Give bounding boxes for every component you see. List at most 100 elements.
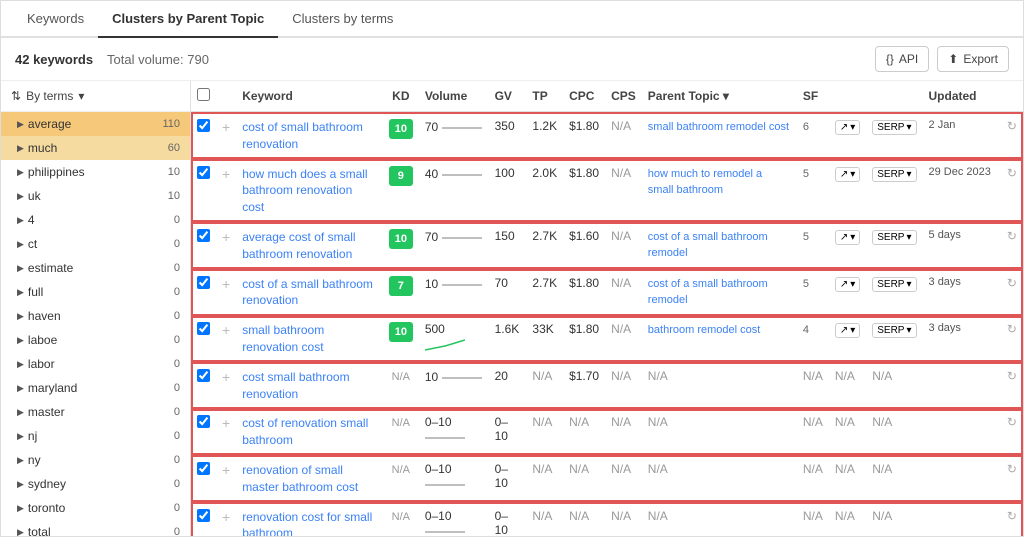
- sidebar-item[interactable]: ▶ labor 0: [1, 352, 190, 376]
- cps-value: N/A: [611, 509, 631, 523]
- sidebar-item[interactable]: ▶ ct 0: [1, 232, 190, 256]
- sidebar-item[interactable]: ▶ toronto 0: [1, 496, 190, 520]
- row-tp-cell: N/A: [526, 502, 563, 536]
- sidebar-item[interactable]: ▶ 4 0: [1, 208, 190, 232]
- sidebar-item[interactable]: ▶ much 60: [1, 136, 190, 160]
- sidebar-item[interactable]: ▶ laboe 0: [1, 328, 190, 352]
- sidebar-item[interactable]: ▶ average 110: [1, 112, 190, 136]
- refresh-icon[interactable]: ↻: [1007, 509, 1017, 523]
- cpc-value: $1.80: [569, 322, 599, 336]
- trend-caret: ▾: [850, 169, 855, 180]
- refresh-icon[interactable]: ↻: [1007, 276, 1017, 290]
- row-cps-cell: N/A: [605, 455, 642, 502]
- th-updated: Updated: [923, 81, 997, 112]
- trend-button[interactable]: ↗▾: [835, 277, 860, 292]
- api-button[interactable]: {} API: [875, 46, 929, 72]
- table-row: + renovation of small master bathroom co…: [191, 455, 1023, 502]
- row-checkbox[interactable]: [197, 276, 210, 289]
- keyword-link[interactable]: cost of small bathroom renovation: [242, 120, 363, 151]
- row-checkbox[interactable]: [197, 509, 210, 522]
- sidebar-item[interactable]: ▶ nj 0: [1, 424, 190, 448]
- row-add-cell[interactable]: +: [216, 269, 236, 316]
- row-add-cell[interactable]: +: [216, 502, 236, 536]
- sidebar-filter[interactable]: ⇅ By terms ▾: [1, 81, 190, 112]
- row-checkbox[interactable]: [197, 119, 210, 132]
- sidebar-item[interactable]: ▶ maryland 0: [1, 376, 190, 400]
- refresh-icon[interactable]: ↻: [1007, 462, 1017, 476]
- keyword-link[interactable]: average cost of small bathroom renovatio…: [242, 230, 355, 261]
- refresh-icon[interactable]: ↻: [1007, 229, 1017, 243]
- sidebar-item[interactable]: ▶ estimate 0: [1, 256, 190, 280]
- updated-value: 2 Jan: [929, 119, 956, 131]
- sidebar-item[interactable]: ▶ sydney 0: [1, 472, 190, 496]
- keyword-link[interactable]: renovation cost for small bathroom: [242, 510, 372, 536]
- trend-button[interactable]: ↗▾: [835, 323, 860, 338]
- sidebar-item[interactable]: ▶ full 0: [1, 280, 190, 304]
- row-add-cell[interactable]: +: [216, 455, 236, 502]
- refresh-icon[interactable]: ↻: [1007, 119, 1017, 133]
- keyword-link[interactable]: how much does a small bathroom renovatio…: [242, 167, 367, 215]
- refresh-icon[interactable]: ↻: [1007, 166, 1017, 180]
- serp-button[interactable]: SERP▾: [872, 323, 916, 338]
- row-sf-cell: N/A: [797, 455, 829, 502]
- keyword-link[interactable]: renovation of small master bathroom cost: [242, 463, 358, 494]
- tab-clusters-terms[interactable]: Clusters by terms: [278, 1, 407, 38]
- row-add-cell[interactable]: +: [216, 316, 236, 363]
- trend-button[interactable]: ↗▾: [835, 230, 860, 245]
- row-parent-topic-cell: N/A: [642, 409, 797, 456]
- row-checkbox[interactable]: [197, 166, 210, 179]
- trend-button[interactable]: ↗▾: [835, 167, 860, 182]
- parent-topic-link[interactable]: small bathroom remodel cost: [648, 121, 789, 133]
- trend-button[interactable]: ↗▾: [835, 120, 860, 135]
- keyword-link[interactable]: cost of a small bathroom renovation: [242, 277, 373, 308]
- row-checkbox-cell: [191, 222, 216, 269]
- serp-button[interactable]: SERP▾: [872, 167, 916, 182]
- export-button[interactable]: ⬆ Export: [937, 46, 1009, 72]
- cps-value: N/A: [611, 322, 631, 336]
- keyword-link[interactable]: cost small bathroom renovation: [242, 370, 349, 401]
- refresh-icon[interactable]: ↻: [1007, 322, 1017, 336]
- trend-caret: ▾: [850, 325, 855, 336]
- parent-topic-link[interactable]: cost of a small bathroom remodel: [648, 231, 768, 259]
- row-add-cell[interactable]: +: [216, 222, 236, 269]
- row-refresh-cell: ↻: [997, 159, 1023, 222]
- serp-button[interactable]: SERP▾: [872, 277, 916, 292]
- sf-na: N/A: [803, 369, 823, 383]
- row-checkbox[interactable]: [197, 415, 210, 428]
- select-all-checkbox[interactable]: [197, 88, 210, 101]
- sidebar-triangle-icon: ▶: [17, 503, 24, 514]
- keyword-link[interactable]: cost of renovation small bathroom: [242, 416, 368, 447]
- tab-clusters-parent[interactable]: Clusters by Parent Topic: [98, 1, 278, 38]
- row-volume-cell: 500: [419, 316, 489, 363]
- row-trend-cell: ↗▾: [829, 269, 866, 316]
- sidebar-item[interactable]: ▶ haven 0: [1, 304, 190, 328]
- refresh-icon[interactable]: ↻: [1007, 369, 1017, 383]
- serp-button[interactable]: SERP▾: [872, 120, 916, 135]
- trend-sparkline: [442, 119, 482, 137]
- row-checkbox[interactable]: [197, 369, 210, 382]
- row-add-cell[interactable]: +: [216, 362, 236, 409]
- row-parent-topic-cell: N/A: [642, 362, 797, 409]
- tab-keywords[interactable]: Keywords: [13, 1, 98, 38]
- refresh-icon[interactable]: ↻: [1007, 415, 1017, 429]
- row-add-cell[interactable]: +: [216, 159, 236, 222]
- parent-topic-link[interactable]: bathroom remodel cost: [648, 324, 761, 336]
- row-add-cell[interactable]: +: [216, 409, 236, 456]
- th-refresh: [997, 81, 1023, 112]
- row-add-cell[interactable]: +: [216, 112, 236, 159]
- sidebar-item[interactable]: ▶ total 0: [1, 520, 190, 536]
- row-checkbox[interactable]: [197, 322, 210, 335]
- sidebar-item[interactable]: ▶ master 0: [1, 400, 190, 424]
- trend-sparkline: [442, 166, 482, 184]
- keyword-link[interactable]: small bathroom renovation cost: [242, 323, 324, 354]
- parent-topic-link[interactable]: cost of a small bathroom remodel: [648, 278, 768, 306]
- serp-button[interactable]: SERP▾: [872, 230, 916, 245]
- row-checkbox[interactable]: [197, 229, 210, 242]
- sidebar-item[interactable]: ▶ uk 10: [1, 184, 190, 208]
- th-kd: KD: [383, 81, 419, 112]
- parent-topic-link[interactable]: how much to remodel a small bathroom: [648, 168, 762, 196]
- row-gv-cell: 0–10: [489, 409, 527, 456]
- sidebar-item[interactable]: ▶ philippines 10: [1, 160, 190, 184]
- sidebar-item[interactable]: ▶ ny 0: [1, 448, 190, 472]
- row-checkbox[interactable]: [197, 462, 210, 475]
